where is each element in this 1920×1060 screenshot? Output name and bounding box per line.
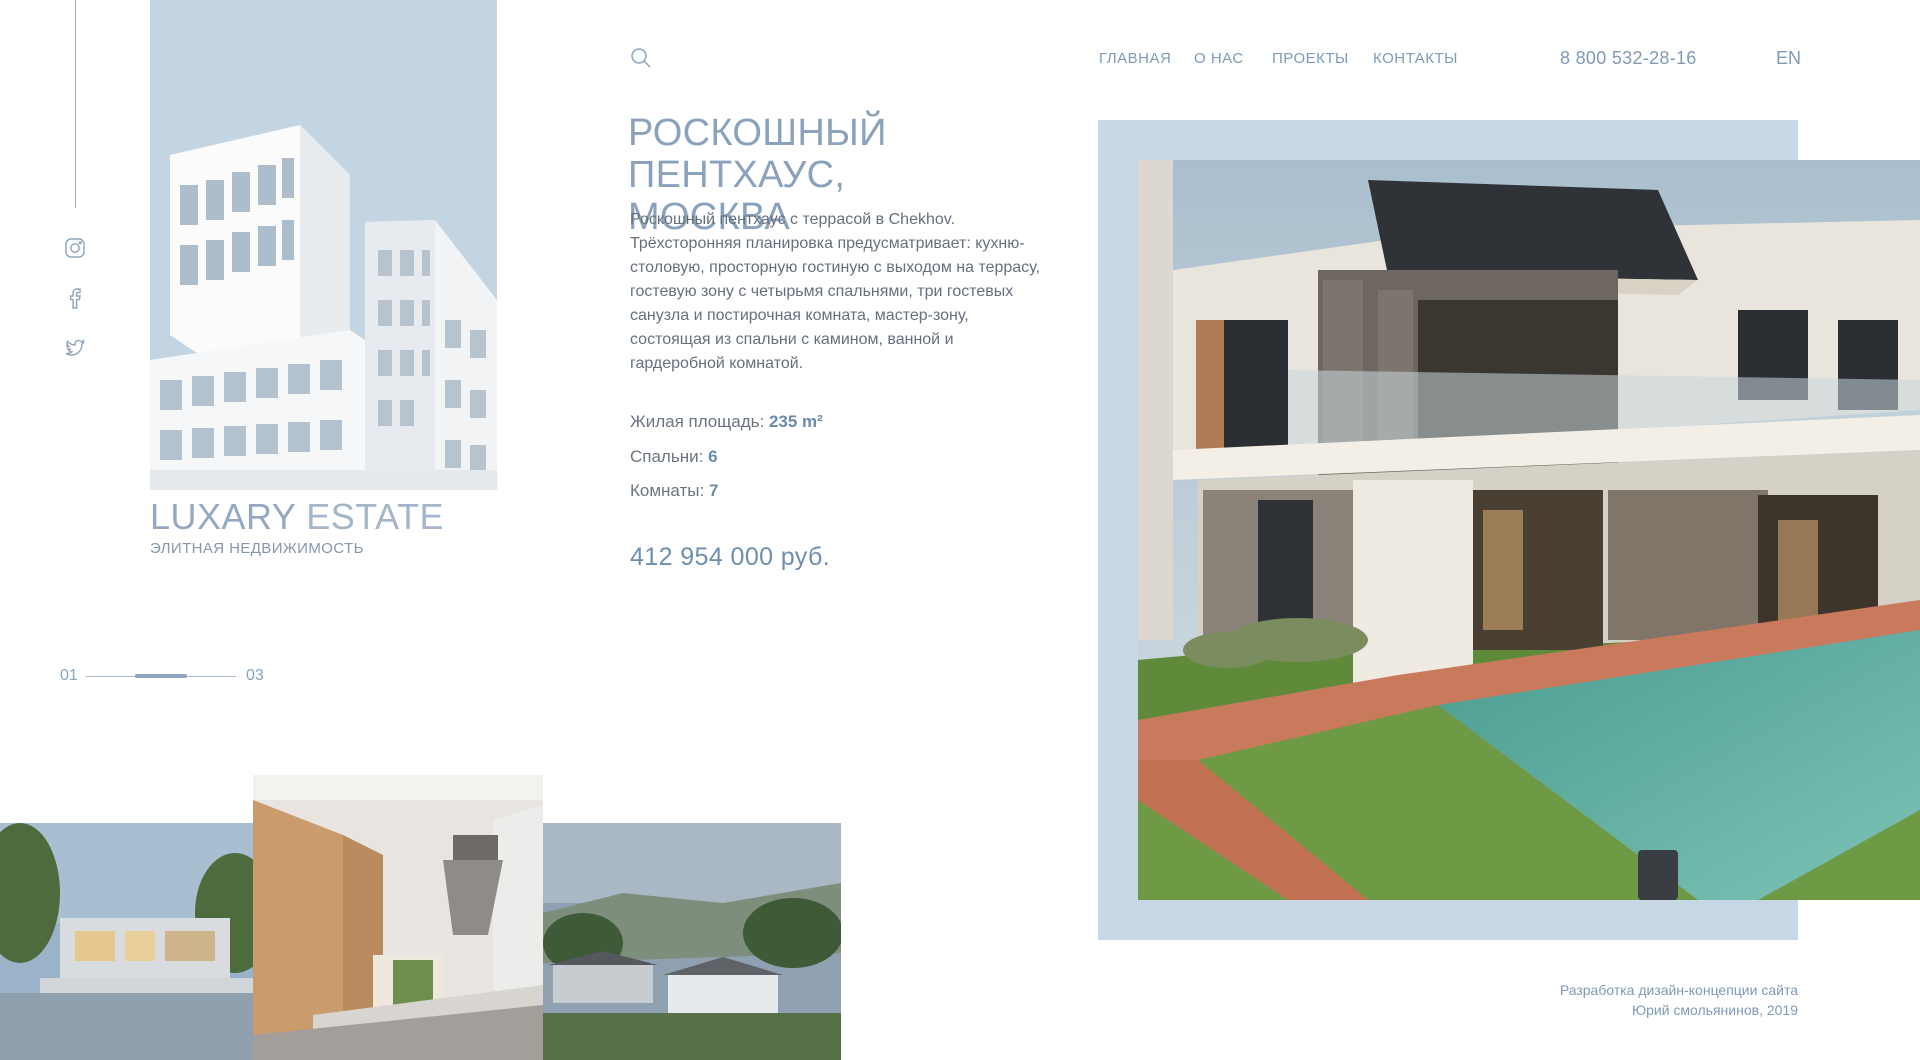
property-title-line1: РОСКОШНЫЙ ПЕНТХАУС, xyxy=(628,112,887,196)
pager-total: 03 xyxy=(246,667,264,684)
phone-link[interactable]: 8 800 532-28-16 xyxy=(1560,48,1697,69)
instagram-icon[interactable] xyxy=(60,233,90,263)
main-villa-photo[interactable] xyxy=(1138,160,1920,900)
spec-area-label: Жилая площадь: xyxy=(630,412,765,431)
spec-rooms-label: Комнаты: xyxy=(630,481,705,500)
spec-bedrooms-value: 6 xyxy=(708,447,718,466)
spec-bedrooms: Спальни: 6 xyxy=(630,447,718,467)
nav-contacts[interactable]: КОНТАКТЫ xyxy=(1373,50,1458,67)
brand-word2: ESTATE xyxy=(306,496,444,537)
credits-line1: Разработка дизайн-концепции сайта xyxy=(1559,982,1798,998)
pager-current: 01 xyxy=(60,667,78,684)
nav-projects[interactable]: ПРОЕКТЫ xyxy=(1272,50,1349,67)
search-icon[interactable] xyxy=(628,46,654,72)
nav-home[interactable]: ГЛАВНАЯ xyxy=(1099,50,1171,67)
spec-rooms-value: 7 xyxy=(708,481,719,500)
tower-building-image xyxy=(150,0,497,490)
language-switch[interactable]: EN xyxy=(1776,48,1801,69)
property-price: 412 954 000 руб. xyxy=(630,543,831,571)
spec-area: Жилая площадь: 235 m² xyxy=(630,412,823,432)
brand-word1: LUXARY xyxy=(150,496,296,537)
twitter-icon[interactable] xyxy=(60,333,90,363)
spec-rooms: Комнаты: 7 xyxy=(630,481,718,501)
decorative-vertical-line xyxy=(75,0,76,208)
credits-line2: Юрий смольянинов, 2019 xyxy=(1631,1002,1798,1018)
facebook-icon[interactable] xyxy=(60,283,90,313)
brand-logo[interactable]: LUXARY ESTATE xyxy=(150,496,444,538)
thumbnail-kitchen[interactable] xyxy=(253,775,543,1060)
brand-tagline: ЭЛИТНАЯ НЕДВИЖИМОСТЬ xyxy=(150,540,364,557)
property-description: Роскошный пентхаус с террасой в Chekhov.… xyxy=(630,211,1041,372)
nav-about[interactable]: О НАС xyxy=(1194,50,1244,67)
spec-bedrooms-label: Спальни: xyxy=(630,447,704,466)
thumbnail-villa-dusk[interactable] xyxy=(0,823,253,1060)
thumbnail-hillside-villas[interactable] xyxy=(543,823,841,1060)
spec-area-value: 235 m² xyxy=(768,412,823,431)
pager-progress xyxy=(135,674,187,678)
